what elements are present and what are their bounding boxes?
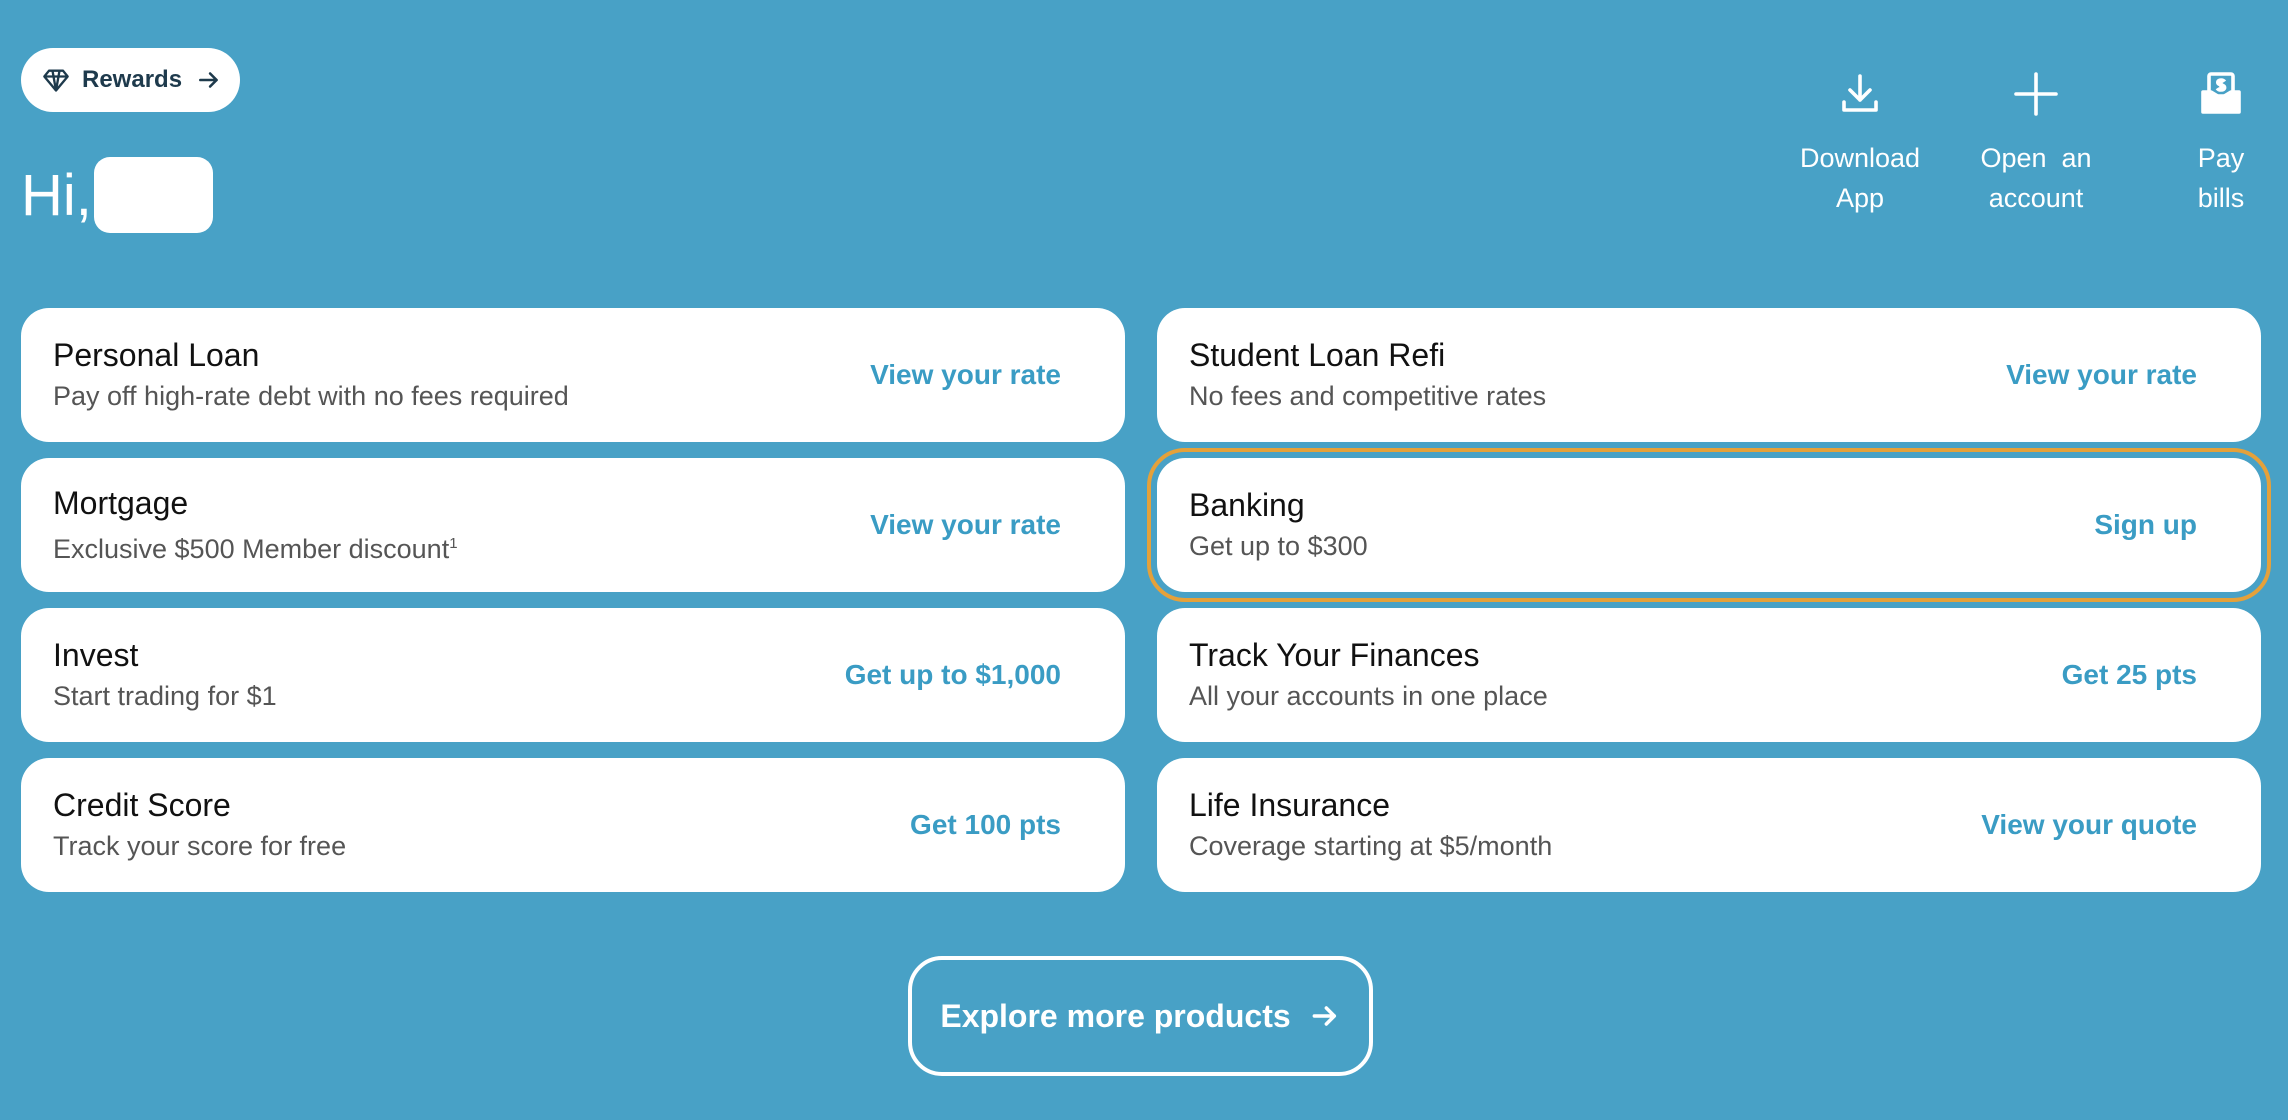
card-title: Student Loan Refi: [1189, 337, 1446, 373]
product-card-personal-loan[interactable]: Personal Loan Pay off high-rate debt wit…: [21, 308, 1125, 442]
card-text: Personal Loan Pay off high-rate debt wit…: [53, 335, 569, 415]
pay-bills-button[interactable]: Pay bills: [2166, 70, 2276, 218]
rewards-label: Rewards: [82, 66, 183, 93]
card-subtitle: All your accounts in one place: [1189, 681, 1548, 711]
card-subtitle: Track your score for free: [53, 831, 347, 861]
explore-label: Explore more products: [940, 997, 1291, 1034]
card-text: Credit Score Track your score for free: [53, 785, 346, 865]
pay-bills-label-1: Pay: [2197, 143, 2245, 173]
product-card-student-loan-refi[interactable]: Student Loan Refi No fees and competitiv…: [1157, 308, 2261, 442]
arrow-right-icon: [199, 72, 218, 88]
card-text: Student Loan Refi No fees and competitiv…: [1189, 335, 1546, 415]
card-subtitle: No fees and competitive rates: [1189, 381, 1547, 411]
explore-more-products-button[interactable]: Explore more products: [908, 956, 1373, 1076]
download-label-1: Download: [1799, 143, 1921, 173]
card-cta[interactable]: Get 100 pts: [910, 809, 1061, 841]
card-text: Invest Start trading for $1: [53, 635, 277, 715]
plus-icon: [2014, 72, 2058, 116]
product-card-banking[interactable]: Banking Get up to $300 Sign up: [1147, 448, 2271, 602]
product-card-invest[interactable]: Invest Start trading for $1 Get up to $1…: [21, 608, 1125, 742]
product-card-credit-score[interactable]: Credit Score Track your score for free G…: [21, 758, 1125, 892]
arrow-right-icon: [1312, 1006, 1336, 1026]
card-subtitle: Coverage starting at $5/month: [1189, 831, 1553, 861]
product-card-track-finances[interactable]: Track Your Finances All your accounts in…: [1157, 608, 2261, 742]
footnote-marker: 1: [449, 534, 458, 552]
card-title: Mortgage: [53, 484, 189, 521]
open-account-button[interactable]: Open an account: [1956, 70, 2116, 218]
card-cta[interactable]: View your rate: [2006, 359, 2197, 391]
rewards-button[interactable]: Rewards: [21, 48, 240, 112]
card-text: Track Your Finances All your accounts in…: [1189, 635, 1548, 715]
bill-icon: [2201, 72, 2241, 114]
product-grid: Personal Loan Pay off high-rate debt wit…: [21, 308, 2271, 892]
product-card-life-insurance[interactable]: Life Insurance Coverage starting at $5/m…: [1157, 758, 2261, 892]
card-title: Track Your Finances: [1189, 637, 1480, 673]
card-text: Banking Get up to $300: [1189, 485, 1368, 565]
card-subtitle: Get up to $300: [1189, 531, 1368, 561]
card-cta[interactable]: View your rate: [870, 359, 1061, 391]
card-title: Credit Score: [53, 787, 231, 823]
card-title: Invest: [53, 637, 139, 673]
card-cta[interactable]: View your rate: [870, 509, 1061, 541]
open-account-label-2: account: [1988, 183, 2084, 213]
open-account-label-1: Open an: [1980, 143, 2092, 173]
greeting-text: Hi,: [21, 162, 92, 228]
card-cta[interactable]: Get 25 pts: [2062, 659, 2197, 691]
card-cta[interactable]: Get up to $1,000: [845, 659, 1061, 691]
redacted-name: [93, 157, 213, 233]
product-card-mortgage[interactable]: Mortgage Exclusive $500 Member discount1…: [21, 458, 1125, 592]
card-subtitle: Exclusive $500 Member discount: [53, 533, 450, 564]
card-subtitle-wrap: Exclusive $500 Member discount1: [53, 525, 458, 568]
card-title: Banking: [1189, 487, 1305, 523]
dashboard-page: Rewards Hi, Download App Open an account…: [0, 0, 2288, 1120]
diamond-icon: [43, 69, 69, 92]
greeting: Hi,: [21, 155, 213, 235]
download-icon: [1842, 74, 1878, 112]
download-label-2: App: [1835, 183, 1885, 213]
card-text: Life Insurance Coverage starting at $5/m…: [1189, 785, 1552, 865]
download-app-button[interactable]: Download App: [1780, 70, 1940, 218]
pay-bills-label-2: bills: [2197, 183, 2245, 213]
card-cta[interactable]: Sign up: [2094, 509, 2197, 541]
card-text: Mortgage Exclusive $500 Member discount1: [53, 483, 458, 568]
card-subtitle: Start trading for $1: [53, 681, 277, 711]
card-title: Life Insurance: [1189, 787, 1391, 823]
card-cta[interactable]: View your quote: [1981, 809, 2197, 841]
card-subtitle: Pay off high-rate debt with no fees requ…: [53, 381, 569, 411]
card-title: Personal Loan: [53, 337, 260, 373]
